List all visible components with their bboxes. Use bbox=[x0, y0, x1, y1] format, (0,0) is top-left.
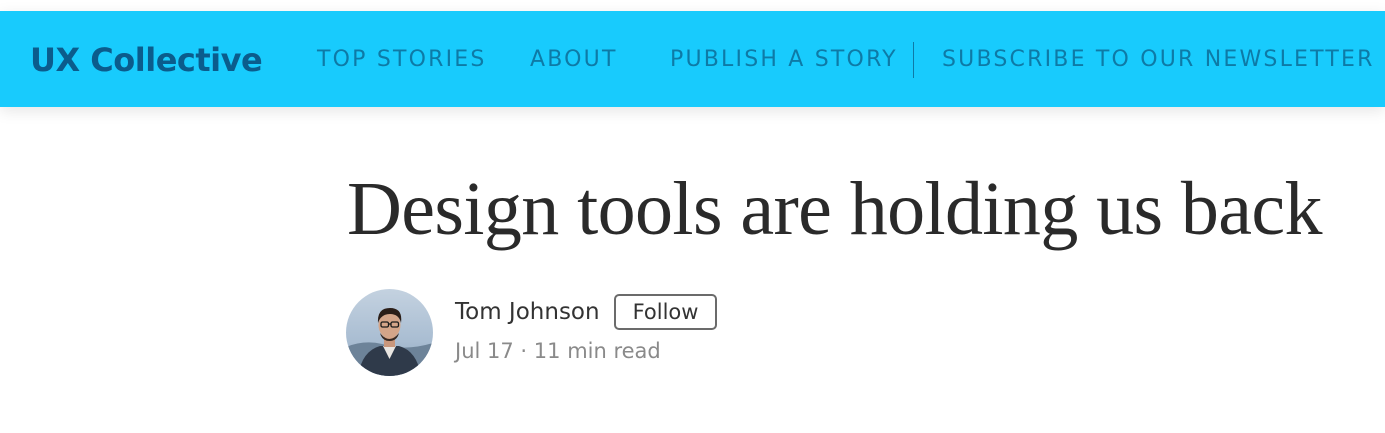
article-title: Design tools are holding us back bbox=[347, 167, 1323, 251]
follow-button[interactable]: Follow bbox=[614, 294, 717, 330]
author-avatar[interactable] bbox=[346, 289, 433, 376]
nav-about[interactable]: ABOUT bbox=[530, 45, 618, 75]
meta-separator: · bbox=[520, 339, 528, 363]
nav-publish-a-story[interactable]: PUBLISH A STORY bbox=[670, 45, 898, 75]
nav-divider bbox=[913, 42, 914, 78]
author-name-link[interactable]: Tom Johnson bbox=[455, 296, 600, 328]
post-meta: Jul 17 · 11 min read bbox=[455, 336, 661, 366]
site-header: UX Collective TOP STORIES ABOUT PUBLISH … bbox=[0, 11, 1385, 107]
nav-subscribe-newsletter[interactable]: SUBSCRIBE TO OUR NEWSLETTER bbox=[942, 45, 1375, 75]
site-logo-link[interactable]: UX Collective bbox=[30, 40, 263, 80]
nav-top-stories[interactable]: TOP STORIES bbox=[317, 45, 487, 75]
read-time: 11 min read bbox=[533, 339, 661, 363]
post-date: Jul 17 bbox=[455, 339, 514, 363]
author-avatar-photo-icon bbox=[346, 289, 433, 376]
